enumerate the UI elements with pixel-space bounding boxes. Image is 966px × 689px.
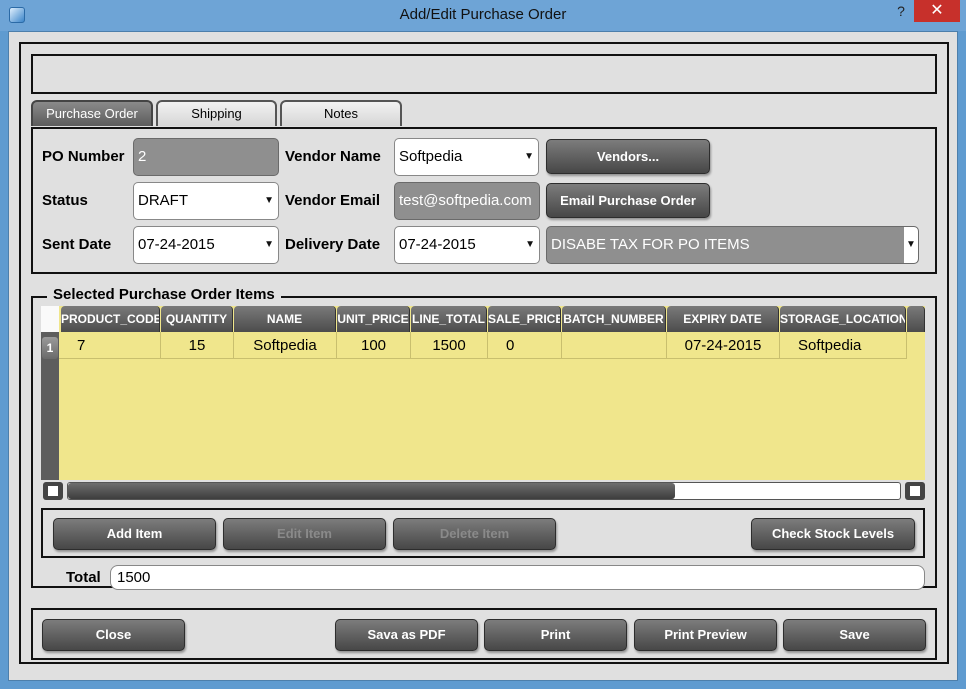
table-cell[interactable]: Softpedia [780, 332, 907, 359]
table-cell[interactable]: 7 [59, 332, 161, 359]
delivery-date-label: Delivery Date [285, 236, 381, 253]
sent-date-value: 07-24-2015 [138, 236, 215, 253]
chevron-down-icon: ▼ [524, 151, 534, 162]
vendor-email-value: test@softpedia.com [399, 192, 532, 209]
tab-shipping[interactable]: Shipping [156, 100, 277, 126]
po-number-field[interactable]: 2 [133, 138, 279, 176]
header-panel [31, 54, 937, 94]
delivery-date-value: 07-24-2015 [399, 236, 476, 253]
edit-item-button[interactable]: Edit Item [223, 518, 386, 550]
row-number[interactable]: 1 [42, 337, 58, 359]
status-label: Status [42, 192, 88, 209]
delivery-date-picker[interactable]: 07-24-2015 ▼ [394, 226, 540, 264]
save-button[interactable]: Save [783, 619, 926, 651]
sent-date-label: Sent Date [42, 236, 112, 253]
save-as-pdf-button[interactable]: Sava as PDF [335, 619, 478, 651]
email-purchase-order-button[interactable]: Email Purchase Order [546, 183, 710, 218]
po-number-label: PO Number [42, 148, 125, 165]
close-window-button[interactable]: ✕ [914, 0, 960, 22]
chevron-down-icon: ▼ [904, 227, 918, 263]
vendor-name-select[interactable]: Softpedia ▼ [394, 138, 539, 176]
column-header[interactable]: UNIT_PRICE [337, 306, 410, 332]
total-label: Total [66, 569, 101, 586]
column-header[interactable]: SALE_PRICE [488, 306, 561, 332]
status-select[interactable]: DRAFT ▼ [133, 182, 279, 220]
help-button[interactable]: ? [890, 0, 912, 22]
chevron-down-icon: ▼ [264, 195, 274, 206]
table-cell[interactable]: 15 [161, 332, 234, 359]
scroll-left-button[interactable] [43, 482, 63, 500]
title-bar: Add/Edit Purchase Order ? ✕ [0, 0, 966, 31]
dialog-body: Purchase Order Shipping Notes PO Number … [8, 31, 958, 681]
column-header[interactable]: STORAGE_LOCATION [780, 306, 906, 332]
table-corner [41, 306, 59, 332]
table-cell[interactable]: 100 [337, 332, 411, 359]
column-header[interactable]: NAME [234, 306, 336, 332]
window-title: Add/Edit Purchase Order [399, 6, 567, 23]
add-item-button[interactable]: Add Item [53, 518, 216, 550]
tab-purchase-order[interactable]: Purchase Order [31, 100, 153, 126]
po-number-value: 2 [138, 148, 147, 165]
chevron-down-icon: ▼ [525, 239, 535, 250]
table-cell[interactable] [562, 332, 667, 359]
check-stock-levels-button[interactable]: Check Stock Levels [751, 518, 915, 550]
table-cell[interactable]: 07-24-2015 [667, 332, 780, 359]
table-cell[interactable]: 1500 [411, 332, 488, 359]
tab-notes[interactable]: Notes [280, 100, 402, 126]
print-button[interactable]: Print [484, 619, 627, 651]
column-header[interactable]: LINE_TOTAL [411, 306, 487, 332]
column-header[interactable]: EXPIRY DATE [667, 306, 779, 332]
column-header-filler [907, 306, 925, 332]
table-cell[interactable]: 0 [488, 332, 562, 359]
sent-date-picker[interactable]: 07-24-2015 ▼ [133, 226, 279, 264]
items-table[interactable]: 1 PRODUCT_CODE QUANTITY NAME UNIT_PRICE … [41, 306, 925, 480]
vendors-button[interactable]: Vendors... [546, 139, 710, 174]
tax-option-value: DISABE TAX FOR PO ITEMS [551, 236, 750, 253]
delete-item-button[interactable]: Delete Item [393, 518, 556, 550]
table-cell[interactable]: Softpedia [234, 332, 337, 359]
vendor-name-value: Softpedia [399, 148, 463, 165]
tax-option-select[interactable]: DISABE TAX FOR PO ITEMS ▼ [546, 226, 919, 264]
column-header[interactable]: PRODUCT_CODE [61, 306, 160, 332]
scroll-right-button[interactable] [905, 482, 925, 500]
horizontal-scrollbar[interactable] [67, 482, 901, 500]
column-header[interactable]: BATCH_NUMBER [562, 306, 666, 332]
close-button[interactable]: Close [42, 619, 185, 651]
column-header[interactable]: QUANTITY [161, 306, 233, 332]
vendor-email-label: Vendor Email [285, 192, 381, 209]
total-field[interactable]: 1500 [110, 565, 925, 590]
scrollbar-thumb[interactable] [68, 483, 675, 499]
status-value: DRAFT [138, 192, 188, 209]
items-group-title: Selected Purchase Order Items [47, 286, 281, 303]
vendor-name-label: Vendor Name [285, 148, 381, 165]
print-preview-button[interactable]: Print Preview [634, 619, 777, 651]
vendor-email-field[interactable]: test@softpedia.com [394, 182, 540, 220]
chevron-down-icon: ▼ [264, 239, 274, 250]
